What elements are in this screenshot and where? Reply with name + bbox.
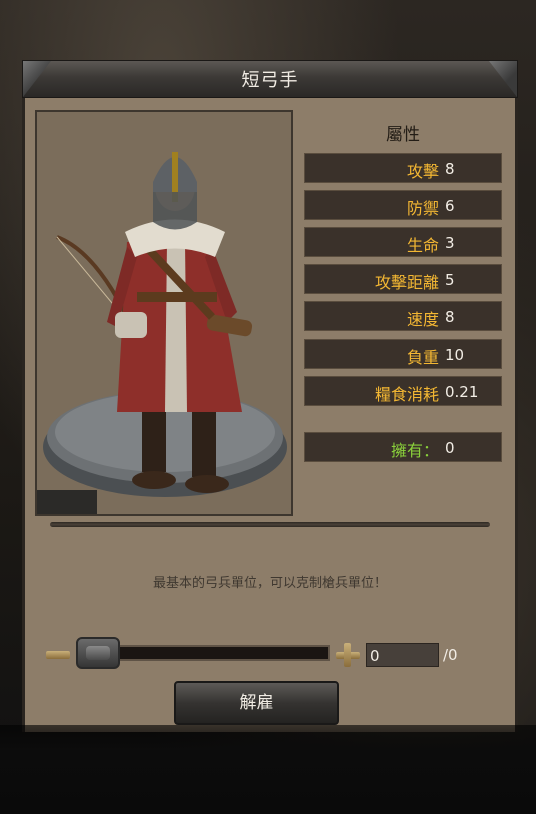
stat-row-life: 生命 3 bbox=[304, 227, 502, 257]
stat-row-speed: 速度 8 bbox=[304, 301, 502, 331]
stat-value: 3 bbox=[445, 234, 455, 252]
stat-row-defense: 防禦 6 bbox=[304, 190, 502, 220]
unit-portrait bbox=[35, 110, 293, 516]
decrease-quantity-button[interactable] bbox=[46, 651, 70, 659]
title-corner-left bbox=[23, 61, 51, 97]
stat-value: 10 bbox=[445, 346, 465, 364]
unit-description: 最基本的弓兵單位，可以克制槍兵單位！ bbox=[152, 576, 387, 591]
dialog-title-bar: 短弓手 bbox=[22, 60, 518, 98]
stat-label: 生命 bbox=[406, 236, 439, 255]
quantity-input[interactable]: 0 bbox=[366, 643, 439, 667]
stat-row-attack: 攻擊 8 bbox=[304, 153, 502, 183]
stat-value: 5 bbox=[445, 271, 455, 289]
stat-label: 攻擊距離 bbox=[374, 273, 439, 292]
stat-label: 攻擊 bbox=[406, 162, 439, 181]
stat-value: 8 bbox=[445, 308, 455, 326]
divider bbox=[50, 522, 490, 527]
stat-value: 6 bbox=[445, 197, 455, 215]
stat-row-food-consumption: 糧食消耗 0.21 bbox=[304, 376, 502, 406]
bottom-shadow bbox=[0, 725, 536, 814]
quantity-max: /0 bbox=[443, 646, 458, 664]
attributes-heading: 屬性 bbox=[386, 125, 420, 145]
slider-handle[interactable] bbox=[76, 637, 120, 669]
dialog-title: 短弓手 bbox=[241, 70, 299, 91]
dismiss-button[interactable]: 解雇 bbox=[174, 681, 339, 725]
stat-label: 負重 bbox=[406, 348, 439, 367]
stat-label: 防禦 bbox=[406, 199, 439, 218]
stat-value: 8 bbox=[445, 160, 455, 178]
owned-value: 0 bbox=[445, 439, 455, 457]
stat-label: 糧食消耗 bbox=[374, 385, 439, 404]
stat-value: 0.21 bbox=[445, 383, 479, 401]
stat-row-load: 負重 10 bbox=[304, 339, 502, 369]
owned-label: 擁有： bbox=[390, 441, 439, 460]
stat-label: 速度 bbox=[406, 310, 439, 329]
title-corner-right bbox=[489, 61, 517, 97]
owned-row: 擁有： 0 bbox=[304, 432, 502, 462]
increase-quantity-button[interactable] bbox=[336, 643, 360, 667]
stat-row-attack-range: 攻擊距離 5 bbox=[304, 264, 502, 294]
